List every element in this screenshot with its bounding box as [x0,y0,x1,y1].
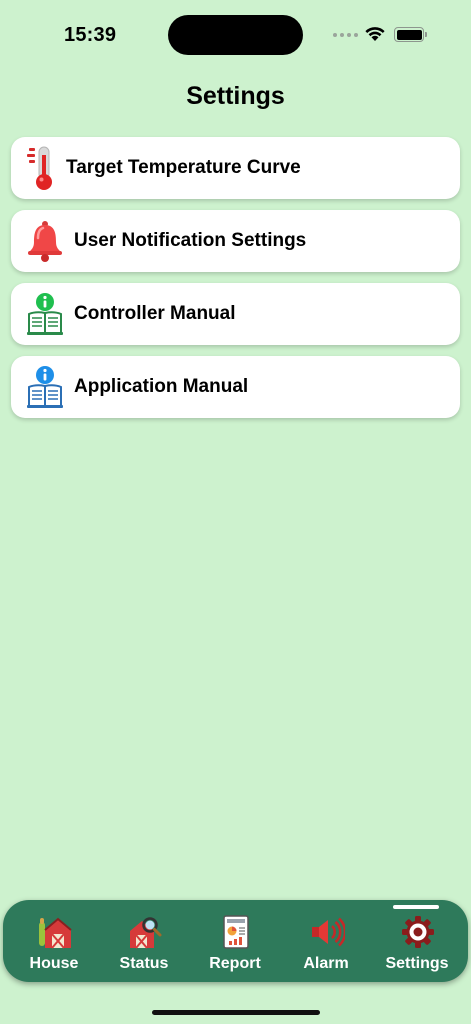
tab-label: House [29,955,79,972]
settings-menu: Target Temperature Curve User Notificati… [11,137,460,429]
wifi-icon [365,27,385,41]
thermometer-icon [27,146,52,190]
tab-status[interactable]: Status [99,900,189,982]
gear-icon [402,916,434,948]
tab-house[interactable]: House [9,900,99,982]
menu-item-target-temperature-curve[interactable]: Target Temperature Curve [11,137,460,199]
status-time: 15:39 [64,24,117,46]
cellular-signal-icon [333,33,358,37]
dynamic-island [168,15,303,55]
speaker-icon [312,917,345,947]
barn-search-icon [130,917,162,949]
tab-label: Settings [385,955,449,972]
menu-item-label: Target Temperature Curve [66,157,301,178]
selected-tab-indicator [393,905,439,909]
tab-label: Status [119,955,169,972]
tab-report[interactable]: Report [190,900,280,982]
menu-item-label: User Notification Settings [74,230,307,251]
battery-icon [394,27,427,42]
menu-item-label: Controller Manual [74,303,236,324]
barn-icon [39,917,72,949]
manual-book-blue-icon [27,366,63,408]
tab-settings[interactable]: Settings [372,900,462,982]
tab-label: Report [209,955,261,972]
report-icon [223,915,249,949]
menu-item-application-manual[interactable]: Application Manual [11,356,460,418]
tab-alarm[interactable]: Alarm [281,900,371,982]
menu-item-user-notification-settings[interactable]: User Notification Settings [11,210,460,272]
page-title: Settings [186,82,285,110]
tab-bar: House Status Report Alarm Settings [3,900,468,982]
manual-book-green-icon [27,293,63,335]
home-indicator[interactable] [152,1010,320,1015]
menu-item-label: Application Manual [74,376,249,397]
bell-icon [28,221,62,262]
tab-label: Alarm [303,955,349,972]
menu-item-controller-manual[interactable]: Controller Manual [11,283,460,345]
status-bar: 15:39 [0,0,471,70]
